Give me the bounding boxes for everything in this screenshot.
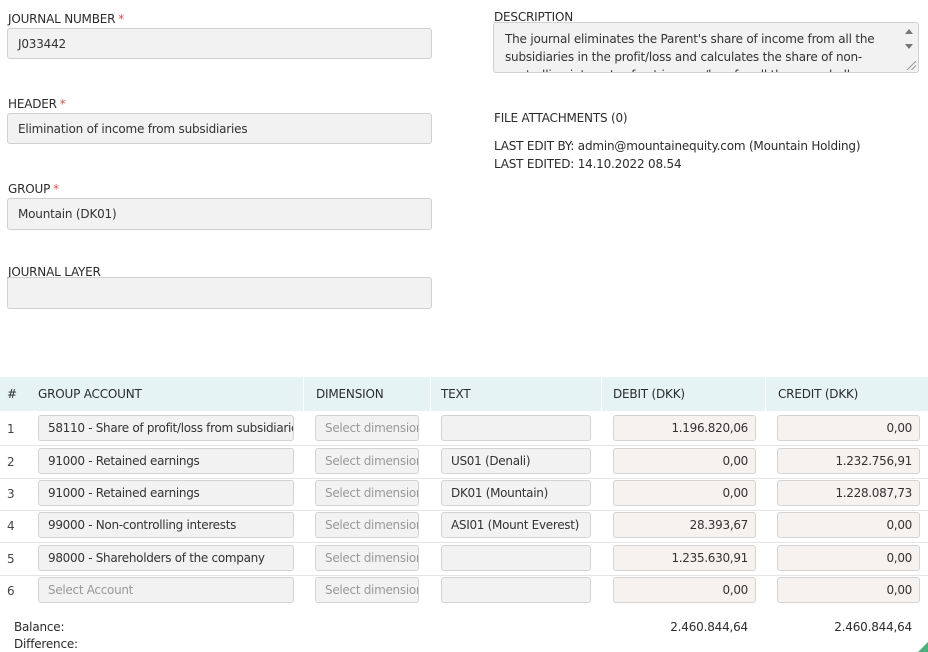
dimension-select[interactable]: Select dimension [315, 545, 419, 571]
group-value: Mountain (DK01) [18, 207, 117, 221]
row-number: 5 [7, 551, 15, 566]
dimension-select[interactable]: Select dimension [315, 480, 419, 506]
table-row: 1 58110 - Share of profit/loss from subs… [0, 412, 928, 446]
row-number: 4 [7, 518, 15, 533]
corner-indicator-icon [918, 642, 928, 652]
dimension-select[interactable]: Select dimension [315, 415, 419, 441]
balance-debit-total: 2.460.844,64 [670, 620, 748, 634]
dimension-select[interactable]: Select dimension [315, 448, 419, 474]
row-number: 6 [7, 583, 15, 598]
header-field[interactable]: Elimination of income from subsidiaries [7, 113, 432, 144]
dimension-select[interactable]: Select dimension [315, 577, 419, 603]
table-row: 6 Select Account Select dimension 0,00 0… [0, 574, 928, 607]
text-input[interactable] [441, 545, 591, 571]
file-attachments-link[interactable]: FILE ATTACHMENTS (0) [494, 111, 628, 125]
credit-input[interactable]: 0,00 [777, 577, 920, 603]
credit-input[interactable]: 1.228.087,73 [777, 480, 920, 506]
table-row: 5 98000 - Shareholders of the company Se… [0, 542, 928, 576]
account-select[interactable]: 58110 - Share of profit/loss from subsid… [38, 415, 294, 441]
account-select[interactable]: Select Account [38, 577, 294, 603]
col-header-number: # [7, 387, 17, 401]
last-edit-by: LAST EDIT BY: admin@mountainequity.com (… [494, 139, 861, 153]
account-select[interactable]: 91000 - Retained earnings [38, 448, 294, 474]
scroll-down-icon[interactable] [905, 44, 913, 49]
col-header-debit: DEBIT (DKK) [613, 387, 685, 401]
debit-input[interactable]: 1.196.820,06 [613, 415, 756, 441]
text-input[interactable] [441, 415, 591, 441]
account-select[interactable]: 99000 - Non-controlling interests [38, 512, 294, 538]
text-input[interactable]: ASI01 (Mount Everest) [441, 512, 591, 538]
group-label: GROUP * [8, 182, 59, 196]
debit-input[interactable]: 28.393,67 [613, 512, 756, 538]
description-text: The journal eliminates the Parent's shar… [505, 32, 875, 72]
col-header-text: TEXT [441, 387, 471, 401]
debit-input[interactable]: 0,00 [613, 480, 756, 506]
description-textarea[interactable]: The journal eliminates the Parent's shar… [493, 22, 919, 73]
table-row: 2 91000 - Retained earnings Select dimen… [0, 445, 928, 479]
debit-input[interactable]: 0,00 [613, 577, 756, 603]
col-header-dimension: DIMENSION [316, 387, 384, 401]
col-header-credit: CREDIT (DKK) [778, 387, 859, 401]
text-input[interactable]: US01 (Denali) [441, 448, 591, 474]
balance-credit-total: 2.460.844,64 [834, 620, 912, 634]
balance-label: Balance: [14, 620, 65, 634]
row-number: 3 [7, 486, 15, 501]
journal-number-value: J033442 [18, 36, 66, 51]
credit-input[interactable]: 0,00 [777, 545, 920, 571]
debit-input[interactable]: 0,00 [613, 448, 756, 474]
header-value: Elimination of income from subsidiaries [18, 121, 248, 136]
journal-number-label: JOURNAL NUMBER * [8, 12, 125, 26]
credit-input[interactable]: 0,00 [777, 415, 920, 441]
journal-layer-field[interactable] [7, 277, 432, 309]
credit-input[interactable]: 0,00 [777, 512, 920, 538]
col-header-group-account: GROUP ACCOUNT [38, 387, 142, 401]
table-header: # GROUP ACCOUNT DIMENSION TEXT DEBIT (DK… [0, 377, 928, 411]
table-row: 3 91000 - Retained earnings Select dimen… [0, 477, 928, 511]
header-label: HEADER * [8, 97, 66, 111]
dimension-select[interactable]: Select dimension [315, 512, 419, 538]
row-number: 2 [7, 454, 15, 469]
account-select[interactable]: 98000 - Shareholders of the company [38, 545, 294, 571]
resize-handle-icon[interactable] [907, 61, 916, 70]
row-number: 1 [7, 421, 15, 436]
account-select[interactable]: 91000 - Retained earnings [38, 480, 294, 506]
journal-number-field[interactable]: J033442 [7, 28, 432, 59]
group-field[interactable]: Mountain (DK01) [7, 198, 432, 230]
table-row: 4 99000 - Non-controlling interests Sele… [0, 509, 928, 543]
last-edited: LAST EDITED: 14.10.2022 08.54 [494, 157, 682, 171]
difference-label: Difference: [14, 637, 78, 651]
debit-input[interactable]: 1.235.630,91 [613, 545, 756, 571]
credit-input[interactable]: 1.232.756,91 [777, 448, 920, 474]
scroll-up-icon[interactable] [905, 29, 913, 34]
text-input[interactable]: DK01 (Mountain) [441, 480, 591, 506]
text-input[interactable] [441, 577, 591, 603]
